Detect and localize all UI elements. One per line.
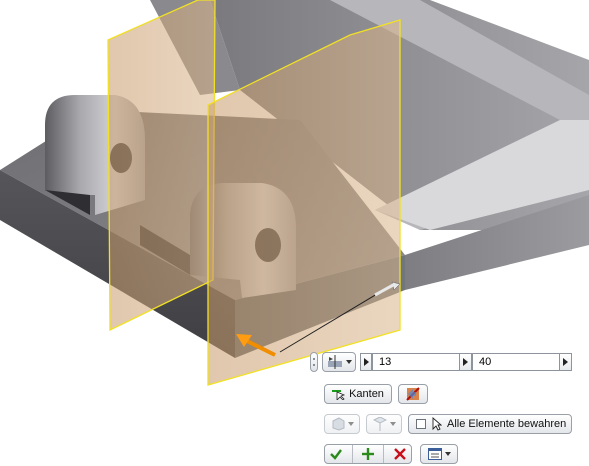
ok-apply-cancel-group <box>324 444 412 464</box>
toolbar-grip-handle[interactable] <box>310 352 318 372</box>
tool-select-button[interactable] <box>366 414 402 434</box>
options-menu-icon <box>427 448 442 460</box>
chevron-down-icon <box>347 422 354 426</box>
mini-row-4 <box>310 442 458 466</box>
mini-row-3: Alle Elemente bewahren <box>310 412 572 436</box>
keep-all-label: Alle Elemente bewahren <box>447 418 567 430</box>
chevron-down-icon <box>444 452 451 456</box>
work-plane-left <box>107 0 216 332</box>
mini-toolbar: 13 40 Kanten Alle Elemente bewahren <box>310 350 589 466</box>
keep-all-checkbox[interactable] <box>416 419 426 429</box>
keep-all-elements-toggle[interactable]: Alle Elemente bewahren <box>408 414 572 434</box>
chevron-down-icon <box>345 360 352 364</box>
mini-row-2: Kanten <box>310 382 428 406</box>
split-method-icon <box>327 355 342 369</box>
flip-side-icon <box>406 387 420 401</box>
cancel-icon <box>393 448 406 460</box>
value2-input[interactable]: 40 <box>472 353 560 371</box>
value2-arrow-button[interactable] <box>460 353 472 371</box>
split-method-button[interactable] <box>322 352 356 372</box>
body-select-button[interactable] <box>324 414 360 434</box>
ok-icon <box>330 449 343 460</box>
flip-side-button[interactable] <box>398 384 428 404</box>
ok-button[interactable] <box>329 447 343 461</box>
divider <box>351 445 353 463</box>
options-menu-button[interactable] <box>420 444 458 464</box>
edges-button[interactable]: Kanten <box>324 384 392 404</box>
edges-select-icon <box>332 390 346 400</box>
arrow-right-icon <box>363 358 369 366</box>
arrow-right-icon <box>463 358 468 366</box>
value2-end-arrow-button[interactable] <box>560 353 572 371</box>
mini-row-1: 13 40 <box>310 350 572 374</box>
value1-input[interactable]: 13 <box>372 353 460 371</box>
apply-icon <box>361 448 374 460</box>
cad-window: 13 40 Kanten Alle Elemente bewahren <box>0 0 589 466</box>
divider <box>383 445 385 463</box>
apply-button[interactable] <box>361 447 375 461</box>
cancel-button[interactable] <box>393 447 407 461</box>
edges-button-label: Kanten <box>349 388 384 400</box>
tool-select-icon <box>372 417 387 431</box>
body-select-icon <box>332 417 344 431</box>
value1-arrow-button[interactable] <box>360 353 372 371</box>
arrow-right-icon <box>563 358 568 366</box>
chevron-down-icon <box>389 422 396 426</box>
cursor-icon <box>432 417 442 431</box>
